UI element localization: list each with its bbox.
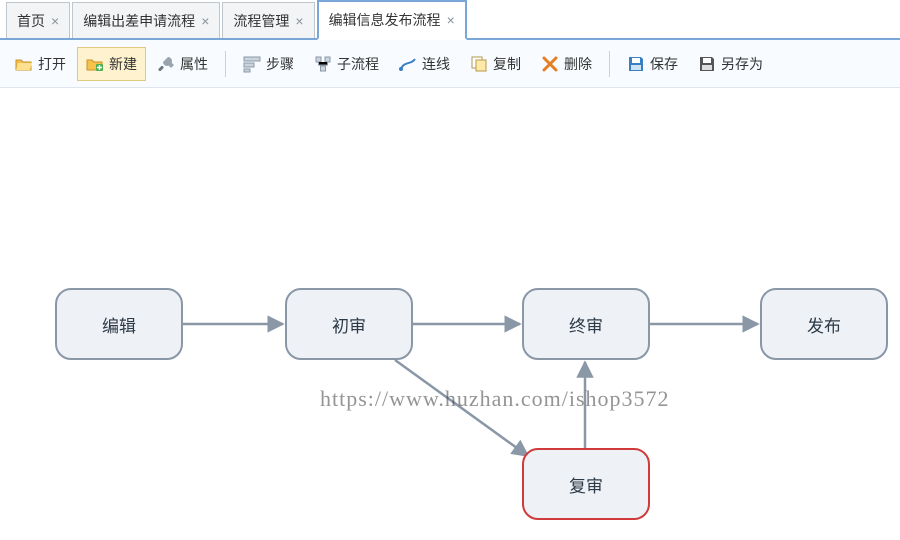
connector-icon [399, 55, 417, 73]
watermark: https://www.huzhan.com/ishop3572 [320, 386, 670, 412]
flow-node-publish[interactable]: 发布 [760, 288, 888, 360]
tab-info-publish-flow[interactable]: 编辑信息发布流程 × [317, 0, 467, 40]
flow-node-edit[interactable]: 编辑 [55, 288, 183, 360]
new-button[interactable]: 新建 [77, 47, 146, 81]
floppy-icon [698, 55, 716, 73]
toolbar-separator [225, 51, 226, 77]
floppy-icon [627, 55, 645, 73]
tab-strip: 首页 × 编辑出差申请流程 × 流程管理 × 编辑信息发布流程 × [0, 0, 900, 40]
step-button[interactable]: 步骤 [234, 47, 303, 81]
flow-canvas[interactable]: 编辑 初审 终审 发布 复审 https://www.huzhan.com/is… [0, 88, 900, 540]
close-icon[interactable]: × [51, 14, 59, 28]
node-label: 编辑 [102, 312, 136, 337]
copy-button[interactable]: 复制 [461, 47, 530, 81]
flow-node-first-review[interactable]: 初审 [285, 288, 413, 360]
tab-label: 编辑信息发布流程 [329, 10, 441, 30]
button-label: 复制 [493, 54, 521, 74]
tab-home[interactable]: 首页 × [6, 2, 70, 38]
node-label: 初审 [332, 312, 366, 337]
flow-node-final-review[interactable]: 终审 [522, 288, 650, 360]
open-button[interactable]: 打开 [6, 47, 75, 81]
node-label: 发布 [807, 312, 841, 337]
folder-plus-icon [86, 55, 104, 73]
subflow-icon [314, 55, 332, 73]
button-label: 步骤 [266, 54, 294, 74]
tab-flow-manage[interactable]: 流程管理 × [222, 2, 314, 38]
wrench-icon [157, 55, 175, 73]
button-label: 属性 [180, 54, 208, 74]
close-icon[interactable]: × [295, 14, 303, 28]
folder-open-icon [15, 55, 33, 73]
button-label: 打开 [38, 54, 66, 74]
subflow-button[interactable]: 子流程 [305, 47, 388, 81]
tab-trip-flow[interactable]: 编辑出差申请流程 × [72, 2, 220, 38]
node-label: 复审 [569, 472, 603, 497]
copy-icon [470, 55, 488, 73]
button-label: 新建 [109, 54, 137, 74]
node-label: 终审 [569, 312, 603, 337]
button-label: 连线 [422, 54, 450, 74]
close-icon[interactable]: × [447, 13, 455, 27]
delete-x-icon [541, 55, 559, 73]
toolbar: 打开 新建 属性 步骤 子流程 连线 复制 删除 保存 另存为 [0, 40, 900, 88]
button-label: 保存 [650, 54, 678, 74]
delete-button[interactable]: 删除 [532, 47, 601, 81]
close-icon[interactable]: × [201, 14, 209, 28]
connector-button[interactable]: 连线 [390, 47, 459, 81]
tab-label: 编辑出差申请流程 [83, 11, 195, 31]
button-label: 子流程 [337, 54, 379, 74]
save-button[interactable]: 保存 [618, 47, 687, 81]
tab-label: 流程管理 [233, 11, 289, 31]
button-label: 另存为 [721, 54, 763, 74]
toolbar-separator [609, 51, 610, 77]
saveas-button[interactable]: 另存为 [689, 47, 772, 81]
steps-icon [243, 55, 261, 73]
flow-node-re-review[interactable]: 复审 [522, 448, 650, 520]
properties-button[interactable]: 属性 [148, 47, 217, 81]
button-label: 删除 [564, 54, 592, 74]
tab-label: 首页 [17, 11, 45, 31]
